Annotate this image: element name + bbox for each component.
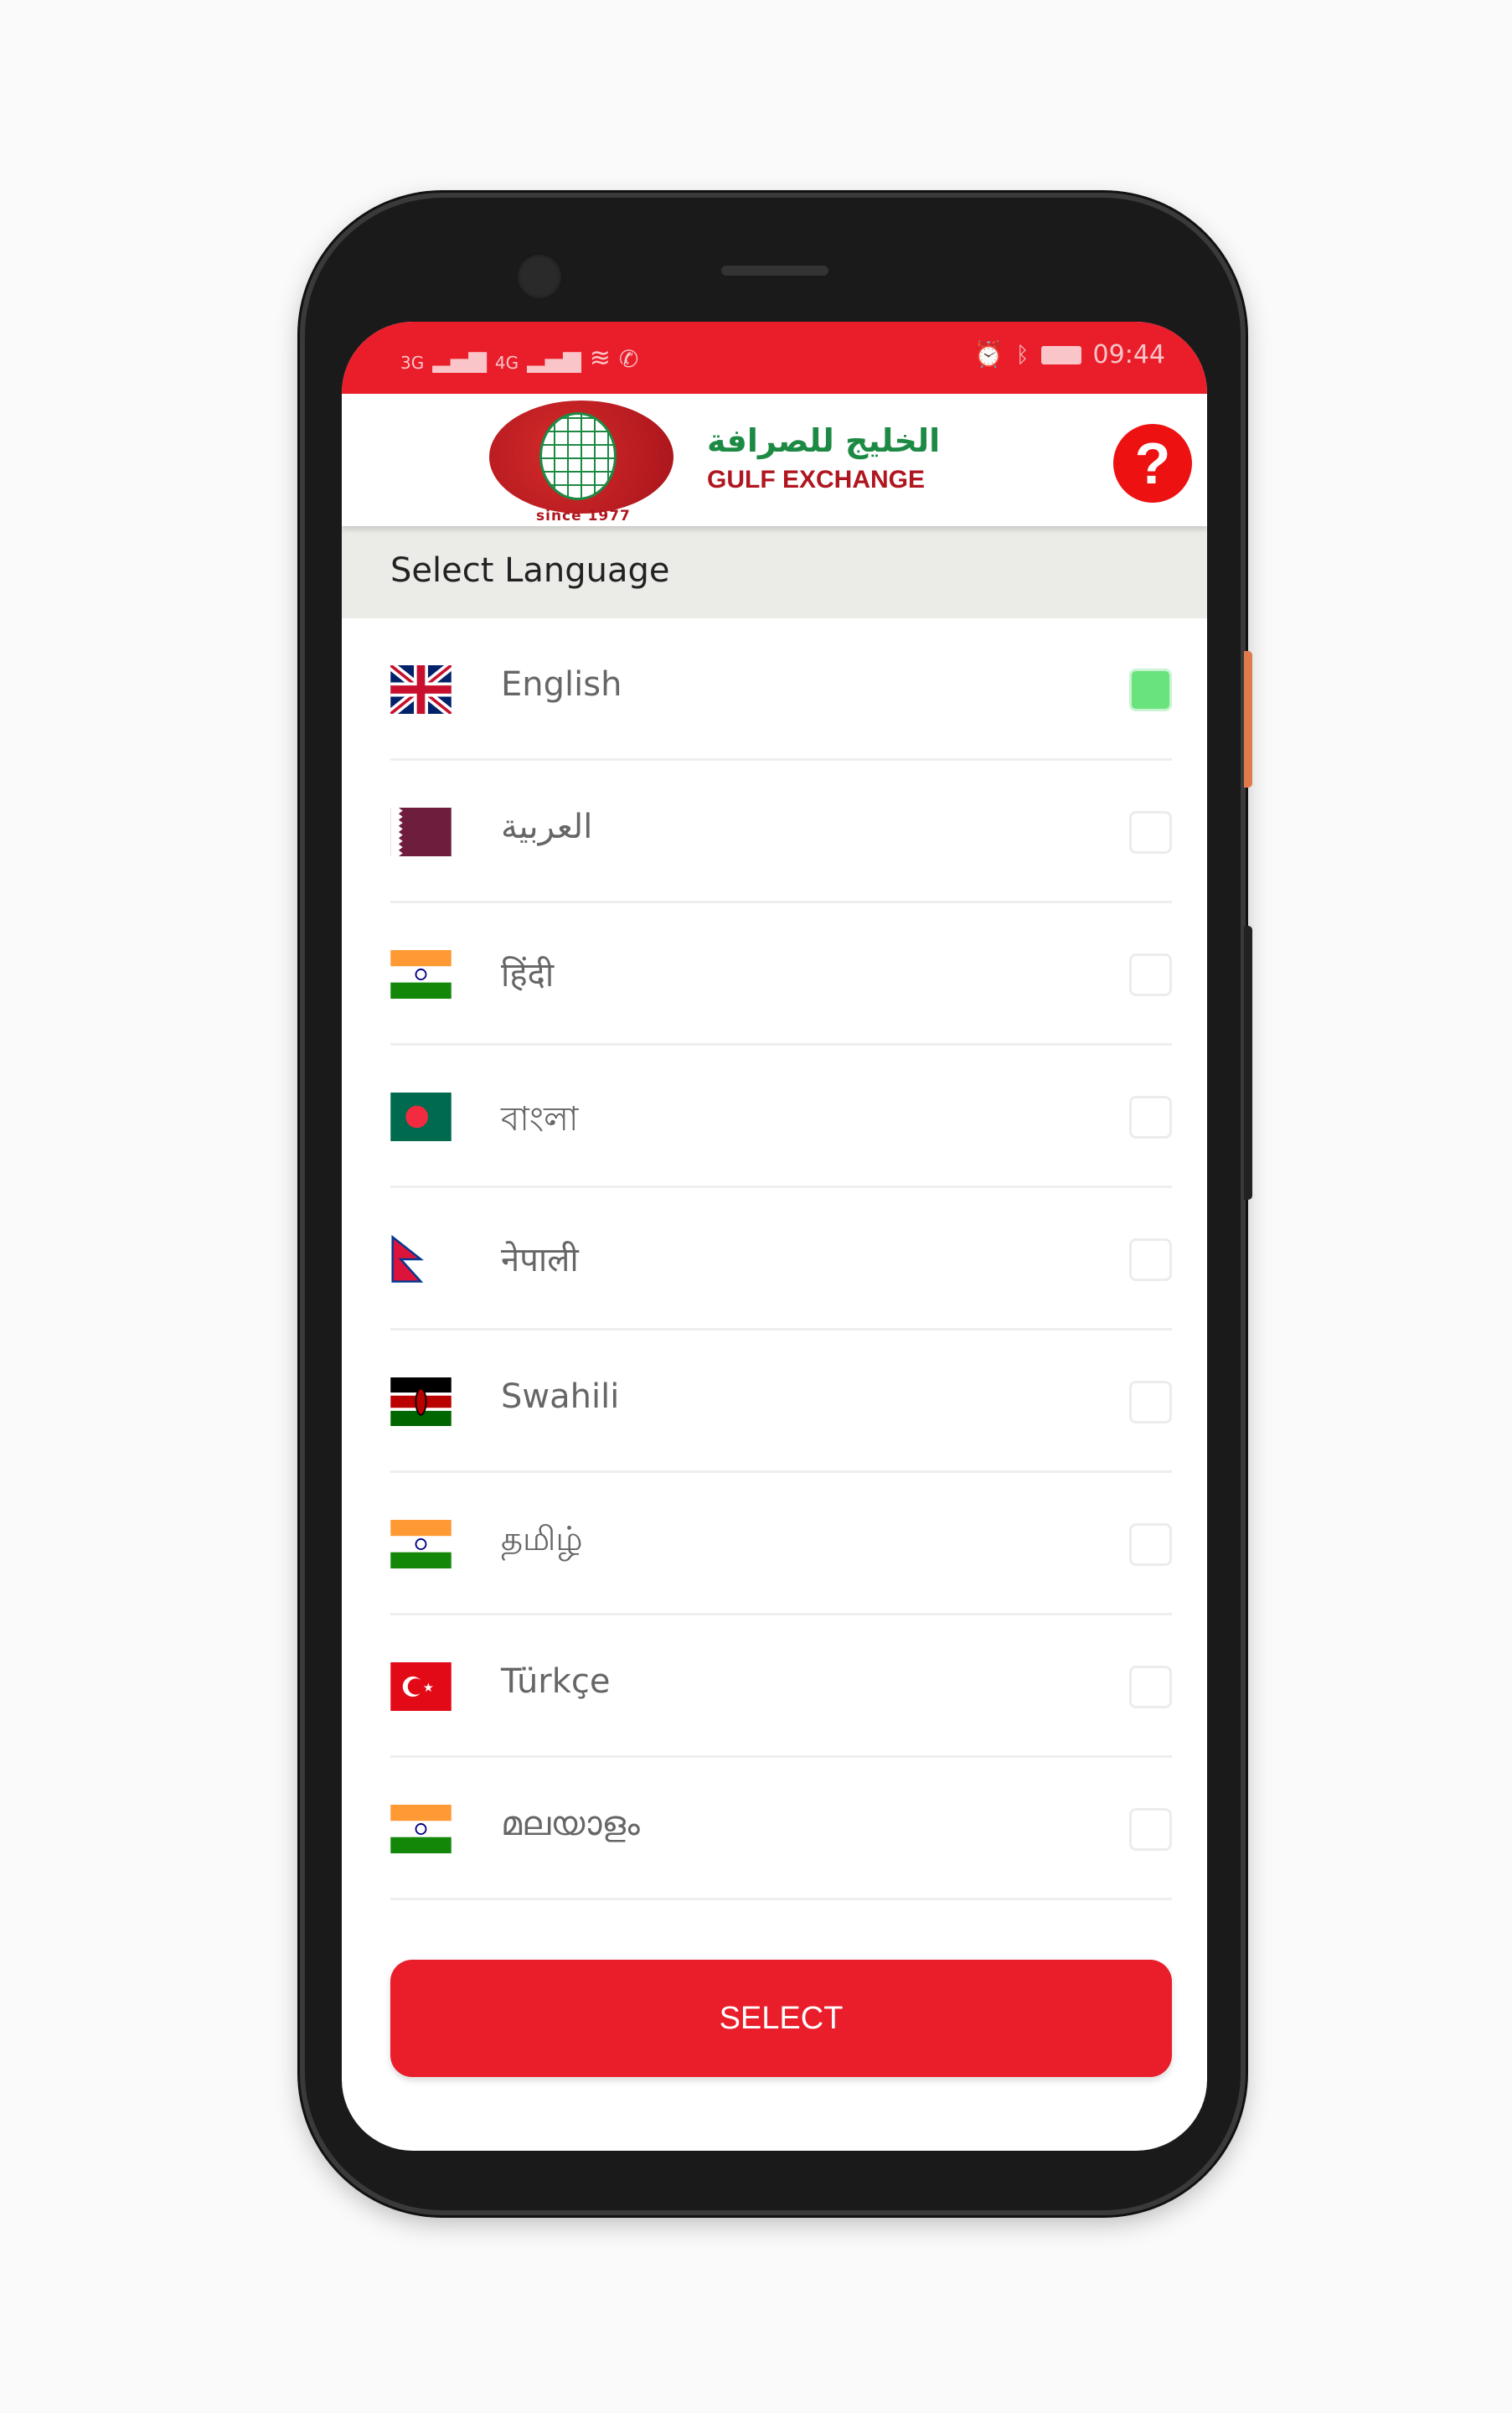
speaker bbox=[721, 266, 828, 276]
signal-icon: ▂▄▆ bbox=[432, 345, 487, 373]
language-checkbox[interactable] bbox=[1129, 1381, 1172, 1424]
language-label: हिंदी bbox=[501, 956, 555, 995]
signal-icon: ▂▄▆ bbox=[527, 345, 581, 373]
language-item-kenya[interactable]: Swahili bbox=[390, 1331, 1172, 1473]
language-label: മലയാളം bbox=[501, 1805, 640, 1843]
flag-kenya-icon bbox=[390, 1377, 452, 1426]
language-label: বাংলা bbox=[501, 1100, 579, 1139]
brand-english: GULF EXCHANGE bbox=[707, 466, 926, 493]
alarm-icon: ⏰ bbox=[973, 340, 1004, 369]
volume-button bbox=[1244, 926, 1252, 1200]
language-label: Swahili bbox=[501, 1377, 620, 1416]
section-title: Select Language bbox=[342, 526, 1207, 618]
flag-uk-icon bbox=[390, 665, 452, 714]
app-screen: 3G ▂▄▆ 4G ▂▄▆ ≋ ✆ ⏰ ᛒ 09:44 since 1977 الخ… bbox=[342, 322, 1207, 2151]
language-item-turkey[interactable]: ★ Türkçe bbox=[390, 1615, 1172, 1758]
bluetooth-icon: ᛒ bbox=[1015, 342, 1030, 368]
language-item-uk[interactable]: English bbox=[390, 618, 1172, 761]
language-checkbox[interactable] bbox=[1129, 1523, 1172, 1566]
language-item-qatar[interactable]: العربية bbox=[390, 761, 1172, 903]
flag-india-icon bbox=[390, 1805, 452, 1853]
globe-icon bbox=[539, 412, 617, 500]
flag-india-icon bbox=[390, 1520, 452, 1568]
app-header: since 1977 الخليج للصرافة GULF EXCHANGE … bbox=[342, 394, 1207, 526]
flag-nepal-icon bbox=[390, 1235, 452, 1284]
battery-icon bbox=[1040, 345, 1081, 364]
camera bbox=[516, 253, 563, 300]
language-checkbox[interactable] bbox=[1129, 1666, 1172, 1708]
language-checkbox[interactable] bbox=[1129, 1238, 1172, 1281]
language-label: नेपाली bbox=[501, 1241, 579, 1279]
language-label: Türkçe bbox=[501, 1662, 611, 1701]
network-4g-label: 4G bbox=[494, 353, 519, 373]
language-label: English bbox=[501, 665, 622, 704]
logo bbox=[489, 400, 673, 514]
network-3g-label: 3G bbox=[400, 353, 425, 373]
wifi-icon: ≋ bbox=[589, 344, 611, 373]
svg-text:★: ★ bbox=[423, 1682, 434, 1695]
flag-qatar-icon bbox=[390, 808, 452, 856]
since-text: since 1977 bbox=[536, 508, 631, 524]
language-checkbox[interactable] bbox=[1129, 1808, 1172, 1851]
language-checkbox[interactable] bbox=[1129, 1096, 1172, 1139]
select-button[interactable]: SELECT bbox=[390, 1960, 1172, 2077]
brand-arabic: الخليج للصرافة bbox=[707, 422, 941, 459]
status-bar: 3G ▂▄▆ 4G ▂▄▆ ≋ ✆ ⏰ ᛒ 09:44 bbox=[342, 322, 1207, 394]
power-button bbox=[1244, 651, 1252, 788]
language-checkbox[interactable] bbox=[1129, 811, 1172, 854]
flag-turkey-icon: ★ bbox=[390, 1662, 452, 1711]
language-item-india[interactable]: മലയാളം bbox=[390, 1758, 1172, 1900]
flag-india-icon bbox=[390, 950, 452, 999]
language-checkbox[interactable] bbox=[1129, 953, 1172, 996]
language-item-india[interactable]: தமிழ் bbox=[390, 1473, 1172, 1615]
language-checkbox[interactable] bbox=[1129, 669, 1172, 711]
flag-bangladesh-icon bbox=[390, 1093, 452, 1141]
language-label: தமிழ் bbox=[501, 1520, 583, 1558]
call-icon: ✆ bbox=[618, 345, 639, 373]
language-item-nepal[interactable]: नेपाली bbox=[390, 1188, 1172, 1331]
language-item-bangladesh[interactable]: বাংলা bbox=[390, 1046, 1172, 1188]
help-button[interactable]: ? bbox=[1113, 424, 1192, 503]
language-item-india[interactable]: हिंदी bbox=[390, 903, 1172, 1046]
clock: 09:44 bbox=[1092, 340, 1165, 369]
language-label: العربية bbox=[501, 808, 593, 846]
